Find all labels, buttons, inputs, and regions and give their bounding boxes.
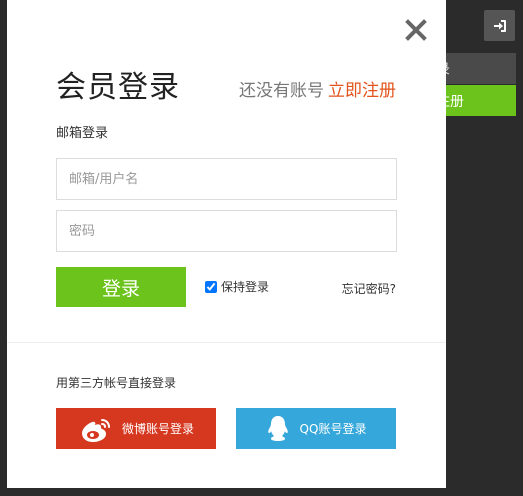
third-party-label: 用第三方帐号直接登录 xyxy=(56,376,177,390)
weibo-login-button[interactable]: 微博账号登录 xyxy=(56,408,216,449)
close-button[interactable] xyxy=(404,18,428,42)
forgot-password-link[interactable]: 忘记密码? xyxy=(342,280,396,297)
qq-login-button[interactable]: QQ账号登录 xyxy=(236,408,396,449)
register-link[interactable]: 立即注册 xyxy=(328,81,396,101)
login-modal: 会员登录 还没有账号立即注册 邮箱登录 登录 保持登录 忘记密码? 用第三方帐号… xyxy=(7,0,446,488)
login-button[interactable]: 登录 xyxy=(56,267,186,307)
title-row: 会员登录 还没有账号 立即注册 xyxy=(56,62,396,105)
email-input[interactable] xyxy=(57,159,396,199)
sign-in-icon-button[interactable] xyxy=(484,10,515,41)
remember-label: 保持登录 xyxy=(221,280,270,294)
sign-in-icon xyxy=(493,19,506,32)
weibo-icon xyxy=(78,416,112,442)
qq-icon xyxy=(266,415,290,443)
no-account-text: 还没有账号 xyxy=(239,81,324,101)
remember-checkbox[interactable] xyxy=(205,280,217,293)
close-icon xyxy=(405,19,427,41)
email-field-box xyxy=(56,158,397,200)
no-account-prompt: 还没有账号 立即注册 xyxy=(239,76,396,101)
divider xyxy=(7,342,446,343)
password-field-box xyxy=(56,210,397,252)
remember-me[interactable]: 保持登录 xyxy=(205,278,269,295)
email-login-label: 邮箱登录 xyxy=(56,126,109,141)
password-input[interactable] xyxy=(57,211,396,251)
modal-title: 会员登录 xyxy=(56,70,180,105)
weibo-button-label: 微博账号登录 xyxy=(121,422,194,436)
qq-button-label: QQ账号登录 xyxy=(299,422,367,436)
bottom-strip xyxy=(0,488,523,496)
